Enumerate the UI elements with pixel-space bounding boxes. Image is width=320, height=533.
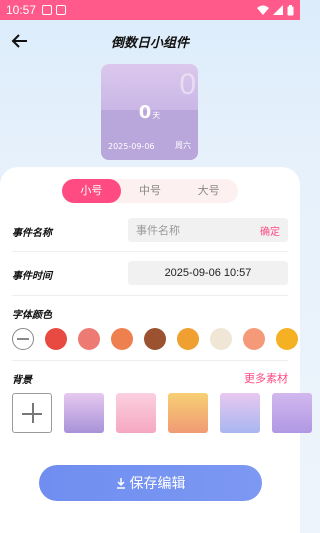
font-color-label: 字体颜色 <box>12 310 52 321</box>
app-notification-icon <box>56 5 67 15</box>
font-color-swatch[interactable] <box>144 328 166 350</box>
event-name-label: 事件名称 <box>12 228 52 239</box>
divider <box>12 295 288 296</box>
page-title: 倒数日小组件 <box>110 36 189 51</box>
event-name-field: 确定 <box>128 218 288 242</box>
notification-icon <box>42 5 53 15</box>
tab-small[interactable]: 小号 <box>62 179 121 203</box>
font-color-swatch[interactable] <box>177 328 199 350</box>
background-swatch[interactable] <box>272 393 312 433</box>
download-icon <box>116 477 125 489</box>
event-name-input[interactable] <box>128 218 248 242</box>
divider <box>12 360 288 361</box>
background-swatch[interactable] <box>116 393 156 433</box>
preview-count-unit: 天 <box>152 111 161 120</box>
wifi-icon <box>257 5 269 15</box>
background-label: 背景 <box>12 375 32 386</box>
confirm-button[interactable]: 确定 <box>260 223 280 238</box>
background-options <box>12 393 312 433</box>
save-edit-button[interactable]: 保存编辑 <box>39 465 262 501</box>
background-swatch[interactable] <box>220 393 260 433</box>
preview-date: 2025-09-06 <box>108 142 155 151</box>
font-color-swatch[interactable] <box>111 328 133 350</box>
divider <box>12 251 288 252</box>
preview-count: 0天 <box>101 102 198 123</box>
more-materials-link[interactable]: 更多素材 <box>244 370 288 386</box>
preview-weekday: 周六 <box>175 141 191 150</box>
tab-medium[interactable]: 中号 <box>121 179 180 203</box>
font-color-swatch[interactable] <box>276 328 298 350</box>
status-time: 10:57 <box>6 3 37 17</box>
signal-icon <box>273 5 283 15</box>
tab-large[interactable]: 大号 <box>179 179 238 203</box>
save-edit-label: 保存编辑 <box>129 476 186 492</box>
font-color-swatch[interactable] <box>210 328 232 350</box>
font-color-swatch[interactable] <box>78 328 100 350</box>
font-color-swatch[interactable] <box>243 328 265 350</box>
top-nav: 倒数日小组件 <box>0 26 300 56</box>
preview-big-digit: 0 <box>179 68 196 101</box>
font-color-swatch[interactable] <box>45 328 67 350</box>
event-time-picker[interactable]: 2025-09-06 10:57 <box>128 261 288 285</box>
status-bar: 10:57 <box>0 0 300 20</box>
edit-panel: 小号 中号 大号 事件名称 确定 事件时间 2025-09-06 10:57 字… <box>0 167 312 533</box>
event-time-label: 事件时间 <box>12 271 52 282</box>
background-swatch[interactable] <box>168 393 208 433</box>
widget-preview: 0 0天 2025-09-06 周六 <box>101 64 198 160</box>
add-background-button[interactable] <box>12 393 52 433</box>
preview-count-number: 0 <box>138 102 152 123</box>
no-color-option[interactable] <box>12 328 34 350</box>
size-tabs: 小号 中号 大号 <box>62 179 238 203</box>
battery-icon <box>287 4 294 15</box>
font-color-options <box>12 328 298 352</box>
background-swatch[interactable] <box>64 393 104 433</box>
